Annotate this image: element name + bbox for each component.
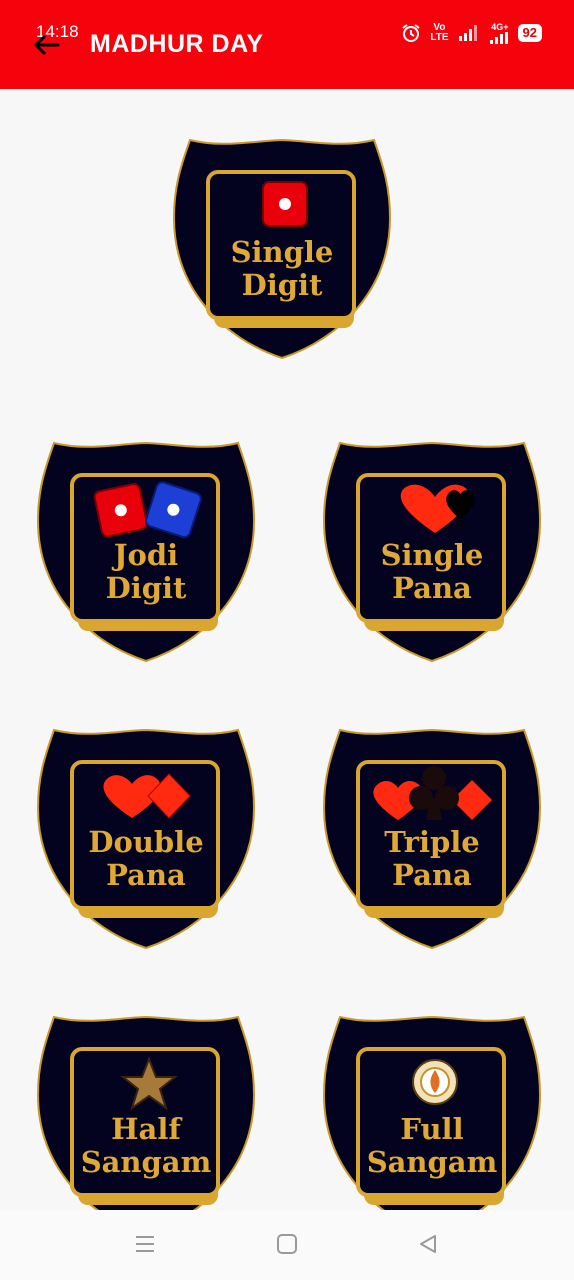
tile-label-line2: Digit [105,571,187,605]
signal-icon [458,25,477,41]
tile-label-line1: Triple [384,825,480,859]
page-title: MADHUR DAY [90,30,264,58]
tile-triple-pana[interactable]: Triple Pana [322,728,542,950]
back-triangle-icon [420,1235,436,1253]
app-header: 14:18 MADHUR DAY Vo LTE 4G+ 92 [0,0,574,89]
recent-apps-button[interactable] [123,1222,167,1266]
network-indicator: 4G+ [489,22,509,44]
back-button[interactable] [406,1222,450,1266]
menu-icon [136,1236,154,1252]
tile-label-line1: Single [230,235,334,269]
signal-4g-icon [489,32,508,44]
back-arrow-icon[interactable] [32,34,60,56]
tile-single-digit[interactable]: Single Digit [172,138,392,360]
tile-label-line1: Jodi [113,538,179,572]
battery-indicator: 92 [517,24,542,42]
tile-label-line1: Double [88,825,204,859]
status-icons: Vo LTE 4G+ 92 [401,22,542,44]
home-button[interactable] [265,1222,309,1266]
tile-label-line2: Pana [392,858,472,892]
tile-label-line2: Sangam [80,1145,212,1179]
tile-half-sangam[interactable]: Half Sangam [36,1015,256,1237]
home-square-icon [277,1234,297,1254]
alarm-icon [402,24,420,42]
tile-label-line1: Half [111,1112,181,1146]
tile-full-sangam[interactable]: Full Sangam [322,1015,542,1237]
single-die-icon [262,181,308,227]
tile-label-line2: Digit [241,268,323,302]
tile-label-line1: Full [400,1112,464,1146]
tile-single-pana[interactable]: Single Pana [322,441,542,663]
volte-indicator: Vo LTE [430,22,449,43]
emblem-icon [412,1059,458,1105]
tile-label-line2: Pana [392,571,472,605]
tile-double-pana[interactable]: Double Pana [36,728,256,950]
tile-jodi-digit[interactable]: Jodi Digit [36,441,256,663]
tile-label-line2: Pana [106,858,186,892]
tile-label-line2: Sangam [366,1145,498,1179]
tile-label-line1: Single [380,538,484,572]
